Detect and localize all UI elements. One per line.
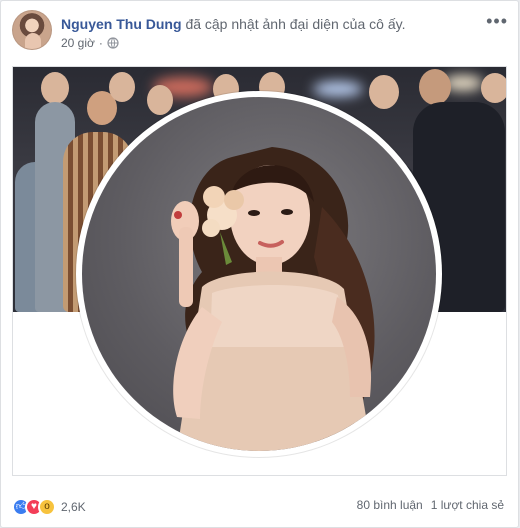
post-stats: 80 bình luận 1 lượt chia sẻ: [357, 494, 504, 516]
post-header: Nguyen Thu Dung đã cập nhật ảnh đại diện…: [12, 10, 508, 54]
share-count-link[interactable]: 1 lượt chia sẻ: [431, 494, 504, 516]
post-action-text: đã cập nhật ảnh đại diện của cô ấy.: [185, 16, 406, 32]
portrait-illustration: [171, 147, 375, 451]
author-avatar[interactable]: [12, 10, 52, 50]
wow-reaction-icon: o: [38, 498, 56, 516]
post-title-line: Nguyen Thu Dung đã cập nhật ảnh đại diện…: [61, 15, 405, 33]
more-options-icon[interactable]: •••: [486, 12, 508, 30]
feed-post: Nguyen Thu Dung đã cập nhật ảnh đại diện…: [0, 0, 519, 528]
reaction-count[interactable]: 2,6K: [61, 496, 86, 518]
author-name-link[interactable]: Nguyen Thu Dung: [61, 16, 182, 32]
profile-picture-frame[interactable]: [76, 91, 442, 457]
post-meta: 20 giờ ·: [61, 35, 119, 51]
post-timestamp[interactable]: 20 giờ: [61, 35, 95, 51]
reaction-summary[interactable]: 👍︎ ♥ o 2,6K: [12, 496, 86, 518]
post-footer: 👍︎ ♥ o 2,6K 80 bình luận 1 lượt chia sẻ: [12, 494, 508, 516]
post-media[interactable]: [12, 66, 507, 476]
profile-picture: [82, 97, 436, 451]
comment-count-link[interactable]: 80 bình luận: [357, 494, 423, 516]
globe-icon[interactable]: [107, 37, 119, 49]
